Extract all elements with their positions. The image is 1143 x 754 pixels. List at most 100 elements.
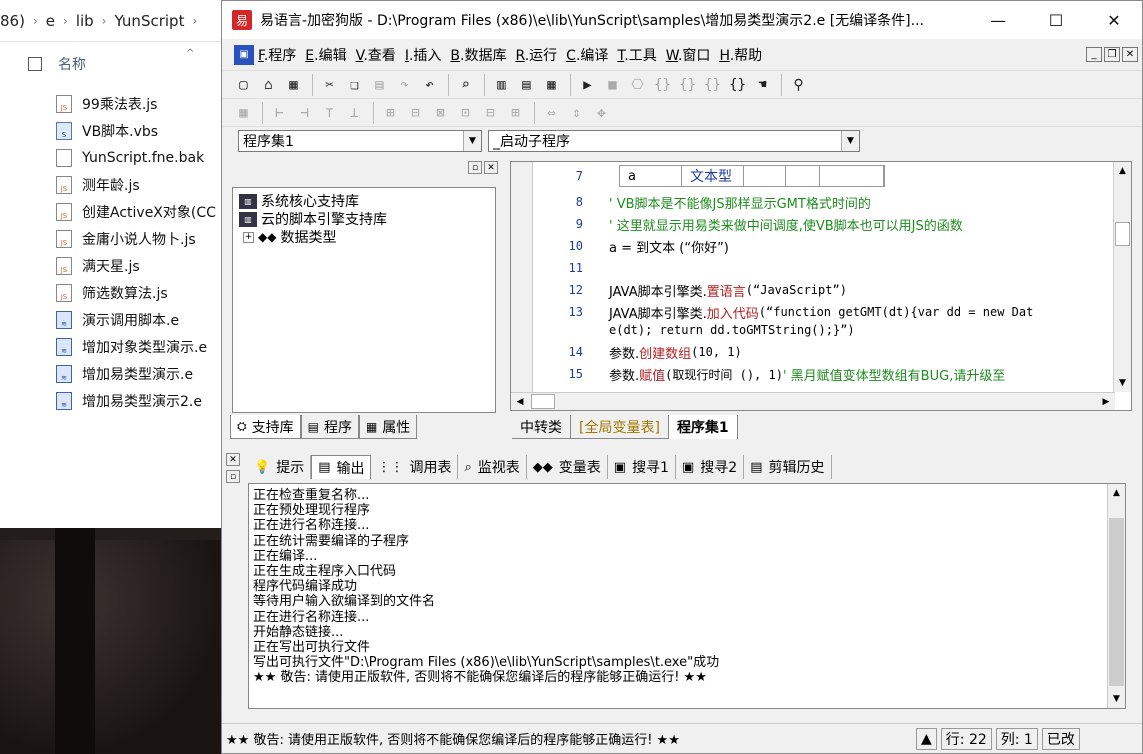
menu-item[interactable]: W.窗口 [666, 45, 711, 65]
code-line[interactable]: 14 参数. 创建数组 (10, 1) [533, 342, 742, 362]
maximize-button[interactable]: ☐ [1027, 1, 1085, 39]
output-tab[interactable]: ◆◆ 变量表 [527, 455, 608, 479]
file-list-item[interactable]: YunScript.fne.bak [0, 144, 221, 171]
output-tab[interactable]: 💡 提示 [248, 455, 312, 479]
scroll-down-icon[interactable]: ▼ [1114, 374, 1131, 392]
binoculars-icon[interactable]: ⚲ [787, 74, 810, 96]
redo-icon[interactable]: ↷ [393, 74, 416, 96]
mdi-restore-button[interactable]: ❐ [1104, 47, 1120, 62]
method-selector[interactable]: _启动子程序 ▼ [488, 130, 860, 152]
align-bottom-icon[interactable]: ⊥ [343, 102, 366, 124]
code-line[interactable]: 8 ' VB脚本是不能像JS那样显示GMT格式时间的 [533, 192, 871, 212]
panel-minimize-button[interactable]: ▫ [226, 470, 240, 483]
tab-program[interactable]: ▤ 程序 [300, 415, 359, 439]
menu-item[interactable]: T.工具 [617, 45, 656, 65]
output-tab[interactable]: ▤ 输出 [311, 455, 372, 479]
scroll-left-icon[interactable]: ◀ [511, 393, 529, 410]
same-size-icon[interactable]: ⊠ [429, 102, 452, 124]
file-list-item[interactable]: JS 测年龄.js [0, 171, 221, 198]
scroll-up-icon[interactable]: ▲ [1114, 162, 1131, 180]
scroll-thumb[interactable] [531, 394, 555, 409]
scroll-up-icon[interactable]: ▲ [1108, 484, 1125, 502]
panel-minimize-button[interactable]: ▫ [468, 161, 482, 174]
space-v-icon[interactable]: ⊟ [479, 102, 502, 124]
tab-global-vars[interactable]: [全局变量表] [571, 415, 669, 439]
file-list-item[interactable]: ≋ 增加易类型演示2.e [0, 387, 221, 414]
output-tab[interactable]: ▣ 搜寻2 [676, 455, 745, 479]
chevron-down-icon[interactable]: ▼ [841, 131, 859, 151]
menu-item[interactable]: I.插入 [405, 45, 442, 65]
chevron-down-icon[interactable]: ▼ [463, 131, 481, 151]
code-line[interactable]: 10 a = 到文本 (“你好”) [533, 236, 729, 256]
output-tab[interactable]: ▤ 剪辑历史 [744, 455, 832, 479]
tab-properties[interactable]: ▦ 属性 [358, 415, 418, 439]
code-editor[interactable]: 7 a 文本型 8 ' VB脚本是不能像JS那样显示GMT格式时间的 9 ' 这里就显… [510, 161, 1132, 411]
center-v-icon[interactable]: ⇕ [565, 102, 588, 124]
file-list-item[interactable]: JS 金庸小说人物卜.js [0, 225, 221, 252]
output-tab[interactable]: ▣ 搜寻1 [608, 455, 676, 479]
scroll-thumb[interactable] [1115, 222, 1130, 246]
open-folder-icon[interactable]: ⌂ [257, 74, 280, 96]
space-even-icon[interactable]: ⊞ [504, 102, 527, 124]
menu-item[interactable]: V.查看 [356, 45, 396, 65]
panel-close-button[interactable]: ✕ [484, 161, 498, 174]
select-all-checkbox[interactable] [28, 57, 42, 71]
tree-node-datatypes[interactable]: + ◆◆ 数据类型 [239, 228, 495, 246]
expand-icon[interactable]: + [243, 231, 254, 243]
align-center-icon[interactable]: ⊣ [293, 102, 316, 124]
cut-icon[interactable]: ✂ [318, 74, 341, 96]
undo-icon[interactable]: ↶ [418, 74, 441, 96]
stop-icon[interactable]: ■ [601, 74, 624, 96]
file-list-item[interactable]: JS 满天星.js [0, 252, 221, 279]
file-list-item[interactable]: ≋ 增加易类型演示.e [0, 360, 221, 387]
file-list-item[interactable]: S VB脚本.vbs [0, 117, 221, 144]
code-line-continuation[interactable]: e(dt); return dd.toGMTString();}”) [609, 320, 855, 340]
panel-close-button[interactable]: ✕ [226, 453, 240, 466]
output-tab[interactable]: ⋮⋮ 调用表 [371, 455, 459, 479]
scroll-right-icon[interactable]: ▶ [1097, 393, 1115, 410]
paste-icon[interactable]: ▤ [368, 74, 391, 96]
file-list-item[interactable]: JS 筛选数算法.js [0, 279, 221, 306]
menu-item[interactable]: B.数据库 [450, 45, 506, 65]
close-button[interactable]: ✕ [1085, 1, 1143, 39]
layout-1-icon[interactable]: ▥ [490, 74, 513, 96]
variable-name-cell[interactable]: a [620, 166, 682, 186]
editor-horizontal-scrollbar[interactable]: ◀ ▶ [511, 392, 1115, 410]
tree-node-core-lib[interactable]: ▥ 系统核心支持库 [239, 192, 495, 210]
scroll-thumb[interactable] [1109, 518, 1124, 686]
breadcrumb-item[interactable]: YunScript [114, 12, 184, 30]
minimize-button[interactable]: — [969, 1, 1027, 39]
menu-item[interactable]: F.程序 [258, 45, 296, 65]
breadcrumb-item[interactable]: 86) [0, 12, 25, 30]
editor-vertical-scrollbar[interactable]: ▲ ▼ [1113, 162, 1131, 392]
menu-item[interactable]: R.运行 [515, 45, 557, 65]
hand-icon[interactable]: ☚ [751, 74, 774, 96]
status-toggle-button[interactable]: ▲ [916, 727, 937, 750]
column-name-header[interactable]: 名称 [58, 54, 86, 74]
run-icon[interactable]: ▶ [576, 74, 599, 96]
menu-item[interactable]: C.编译 [566, 45, 608, 65]
run-to-cursor-icon[interactable]: {} [726, 74, 749, 96]
scroll-down-icon[interactable]: ▼ [1108, 690, 1125, 708]
breadcrumb-item[interactable]: lib [76, 12, 94, 30]
variable-cell[interactable] [744, 166, 786, 186]
save-icon[interactable]: ▦ [282, 74, 305, 96]
align-grid-icon[interactable]: ▦ [232, 102, 255, 124]
code-line[interactable]: 13 JAVA脚本引擎类. 加入代码 (“function getGMT(dt){v… [533, 302, 1034, 322]
align-top-icon[interactable]: ⊤ [318, 102, 341, 124]
code-line[interactable]: 12 JAVA脚本引擎类. 置语言 (“JavaScript”) [533, 280, 847, 300]
output-console[interactable]: 正在检查重复名称... 正在预处理现行程序 正在进行名称连接... 正在统计需要编译的… [248, 483, 1126, 709]
align-left-icon[interactable]: ⊢ [268, 102, 291, 124]
variable-cell[interactable] [786, 166, 820, 186]
same-width-icon[interactable]: ⊞ [379, 102, 402, 124]
copy-icon[interactable]: ❏ [343, 74, 366, 96]
same-height-icon[interactable]: ⊟ [404, 102, 427, 124]
mdi-minimize-button[interactable]: _ [1086, 47, 1102, 62]
tab-support-lib[interactable]: ⛭ 支持库 [230, 415, 301, 439]
tab-transfer-class[interactable]: 中转类 [512, 415, 571, 439]
variable-type-cell[interactable]: 文本型 [682, 166, 744, 186]
center-h-icon[interactable]: ⇔ [540, 102, 563, 124]
layout-3-icon[interactable]: ▦ [540, 74, 563, 96]
code-line[interactable]: 9 ' 这里就显示用易类来做中间调度,使VB脚本也可以用JS的函数 [533, 214, 963, 234]
space-h-icon[interactable]: ⊡ [454, 102, 477, 124]
